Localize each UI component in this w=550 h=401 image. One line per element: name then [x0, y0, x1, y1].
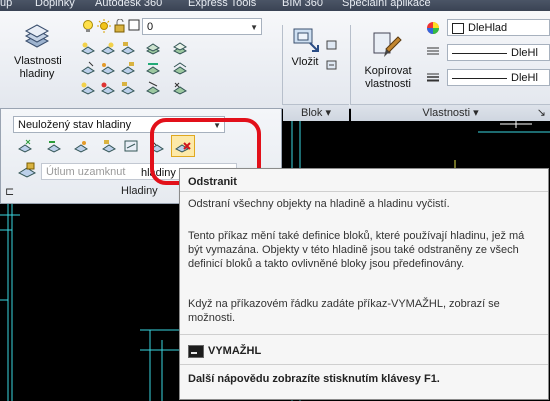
layer-state-value: Neuložený stav hladiny [18, 119, 132, 131]
layer-tool-icon[interactable] [120, 41, 136, 55]
tab-autodesk-360[interactable]: Autodesk 360 [95, 0, 162, 9]
layer-tool-icon[interactable] [101, 139, 117, 153]
layers-panel-title: Hladiny [121, 185, 158, 197]
block-panel-title-text: Blok [301, 107, 323, 119]
lineweight-icon [426, 71, 440, 83]
layer-tool-icon[interactable] [145, 61, 161, 75]
block-panel-title[interactable]: Blok ▾ [283, 104, 349, 121]
color-swatch-icon [452, 22, 464, 34]
tooltip-title: Odstranit [188, 176, 237, 188]
color-dropdown[interactable]: DleHlad [447, 19, 550, 36]
color-wheel-icon[interactable] [426, 21, 440, 35]
properties-panel-title[interactable]: Vlastnosti ▾ ↘ [351, 104, 550, 121]
layer-tool-icon[interactable] [80, 61, 96, 75]
layer-tool-icon[interactable] [17, 139, 33, 153]
tab-addons[interactable]: Doplňky [35, 0, 75, 9]
layer-tool-icon[interactable] [145, 81, 161, 95]
dialog-launcher-icon[interactable]: ↘ [537, 105, 546, 121]
ribbon-tab-bar: up Doplňky Autodesk 360 Express Tools BI… [0, 0, 550, 11]
lock-fade-placeholder: Útlum uzamknut [46, 166, 126, 178]
tooltip-command-name: VYMAŽHL [208, 345, 262, 357]
layer-tool-icon[interactable] [172, 81, 188, 95]
tooltip-help-text: Další nápovědu zobrazíte stisknutím kláv… [188, 373, 440, 385]
divider [180, 364, 548, 365]
tab-up[interactable]: up [0, 0, 12, 9]
divider [180, 334, 548, 335]
lineweight-value: DleHl [511, 72, 538, 84]
tab-express-tools[interactable]: Express Tools [188, 0, 256, 9]
layer-tool-icon[interactable] [123, 139, 139, 153]
linetype-dropdown[interactable]: DleHl [447, 44, 550, 61]
tooltip-summary: Odstraní všechny objekty na hladině a hl… [188, 198, 450, 210]
divider [180, 191, 548, 192]
linetype-value: DleHl [511, 47, 538, 59]
layer-tool-icon[interactable] [172, 61, 188, 75]
color-value: DleHlad [468, 22, 508, 34]
tooltip-details: Tento příkaz mění také definice bloků, k… [188, 230, 525, 270]
layer-stack-icon[interactable] [22, 23, 52, 51]
layer-tool-icon[interactable] [73, 139, 89, 153]
lock-fade-icon[interactable] [17, 161, 37, 179]
layer-tool-icon[interactable] [172, 41, 188, 55]
layer-tool-icon[interactable] [100, 61, 116, 75]
insert-block-icon[interactable] [290, 25, 324, 55]
color-swatch-icon[interactable] [128, 19, 140, 31]
block-tool-icon[interactable] [326, 39, 338, 51]
command-prompt-icon [188, 345, 204, 358]
panel-separator [350, 25, 351, 105]
line-sample [452, 77, 507, 79]
match-properties-brush-icon[interactable] [372, 31, 404, 61]
line-sample [452, 52, 507, 54]
layer-tool-icon[interactable] [80, 81, 96, 95]
layer-tool-icon[interactable] [80, 41, 96, 55]
layer-properties-button[interactable]: Vlastnosti hladiny [14, 55, 62, 81]
layer-tool-icon[interactable] [46, 139, 62, 153]
panel-separator [282, 25, 283, 105]
match-properties-button[interactable]: Kopírovat vlastnosti [358, 65, 418, 91]
layer-tool-icon[interactable] [120, 81, 136, 95]
bulb-icon[interactable] [80, 19, 96, 33]
properties-panel-title-text: Vlastnosti [422, 107, 471, 119]
tab-bim-360[interactable]: BIM 360 [282, 0, 323, 9]
unlock-icon[interactable] [112, 19, 128, 33]
layer-tool-icon[interactable] [100, 41, 116, 55]
block-tool-icon[interactable] [326, 59, 338, 71]
layer-tool-icon[interactable] [145, 41, 161, 55]
insert-button[interactable]: Vložit [285, 56, 325, 69]
linetype-icon [426, 45, 440, 57]
tooltip-command-hint: Když na příkazovém řádku zadáte příkaz-V… [188, 298, 500, 324]
tab-special-apps[interactable]: Speciální aplikace [342, 0, 431, 9]
lineweight-dropdown[interactable]: DleHl [447, 69, 550, 86]
layer-tool-icon[interactable] [100, 81, 116, 95]
pin-icon[interactable]: ⊏ [5, 185, 14, 198]
sun-icon[interactable] [96, 19, 112, 33]
layer-tool-icon[interactable] [120, 61, 136, 75]
ribbon: Vlastnosti hladiny 0 ▼ Vložit Kopírovat [0, 11, 550, 121]
tooltip: Odstranit Odstraní všechny objekty na hl… [179, 168, 549, 400]
current-layer-dropdown[interactable]: 0 ▼ [142, 18, 262, 35]
current-layer-value: 0 [147, 21, 154, 33]
chevron-down-icon: ▼ [250, 23, 258, 32]
